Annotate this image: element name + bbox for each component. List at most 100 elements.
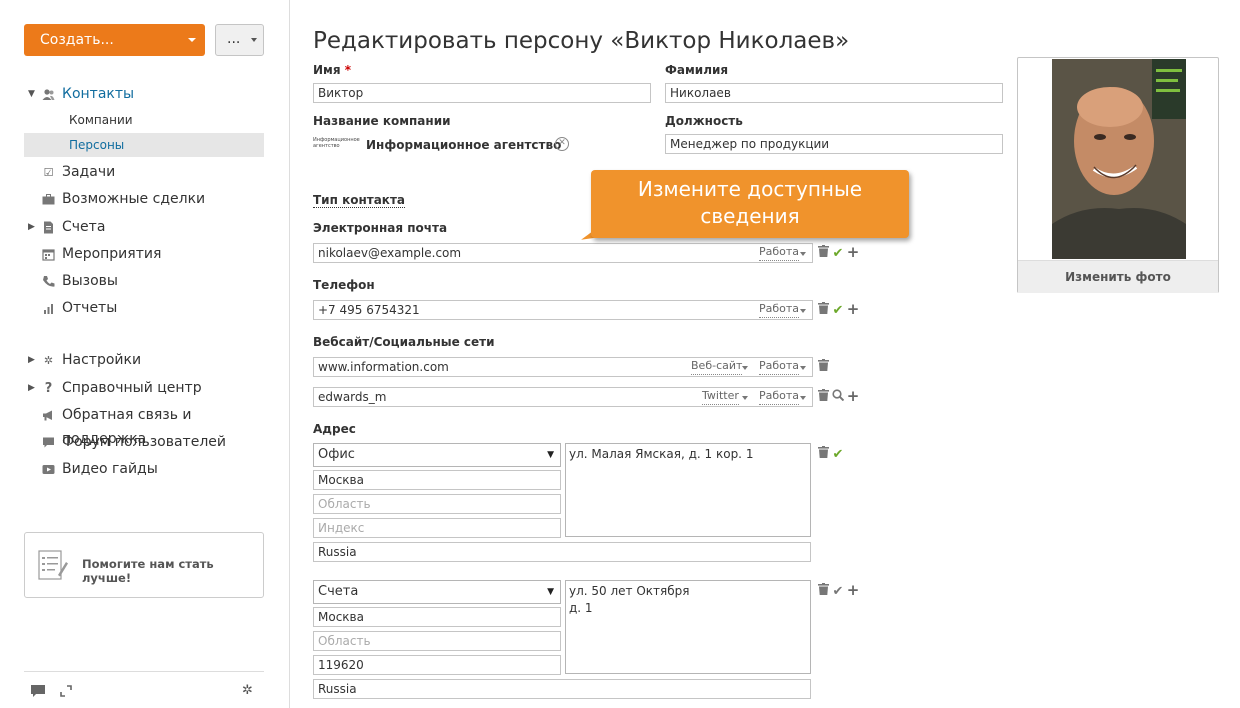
street-textarea[interactable]: ул. Малая Ямская, д. 1 кор. 1 <box>565 443 811 537</box>
phone-icon <box>42 275 55 288</box>
sidebar-item-label: Видео гайды <box>62 461 158 477</box>
sidebar-item-contacts[interactable]: ▼ Контакты <box>24 82 264 106</box>
create-button-label: Создать... <box>40 32 114 48</box>
chevron-down-icon <box>251 38 257 42</box>
city-input[interactable]: Москва <box>313 607 561 627</box>
feedback-banner[interactable]: Помогите нам стать лучше! <box>24 532 264 598</box>
dropdown-arrow-icon: ▼ <box>547 587 554 597</box>
chevron-down-icon <box>800 252 806 256</box>
social-value: edwards_m <box>318 390 387 404</box>
change-photo-button[interactable]: Изменить фото <box>1018 260 1218 293</box>
trash-icon[interactable] <box>816 245 830 259</box>
address-label: Адрес <box>313 422 356 436</box>
people-icon <box>42 88 55 101</box>
plus-icon[interactable]: + <box>846 245 860 260</box>
website-actions <box>816 359 831 373</box>
check-icon[interactable]: ✔ <box>831 304 845 318</box>
caret-right-icon[interactable]: ▶ <box>28 348 35 372</box>
sidebar-item-label: Контакты <box>62 86 135 102</box>
chevron-down-icon <box>188 38 196 42</box>
region-input[interactable]: Область <box>313 631 561 651</box>
sidebar-item-settings[interactable]: ▶ ✲ Настройки <box>24 348 264 372</box>
address-type-select[interactable]: Счета ▼ <box>313 580 561 604</box>
website-type-select[interactable]: Веб-сайт <box>691 358 743 375</box>
search-icon[interactable] <box>831 389 845 403</box>
address-type-value: Офис <box>318 447 355 462</box>
chevron-down-icon <box>742 366 748 370</box>
company-name[interactable]: Информационное агентство <box>366 138 561 152</box>
email-category-select[interactable]: Работа <box>759 244 800 261</box>
sidebar-item-deals[interactable]: Возможные сделки <box>24 187 264 211</box>
sidebar-item-video-guides[interactable]: Видео гайды <box>24 457 264 481</box>
contact-type-link[interactable]: Тип контакта <box>313 193 405 208</box>
sidebar-item-label: Справочный центр <box>62 380 202 396</box>
phone-input[interactable]: +7 495 6754321 Работа <box>313 300 813 320</box>
social-type-select[interactable]: Twitter <box>702 388 739 405</box>
question-icon: ? <box>44 381 53 396</box>
check-icon[interactable]: ✔ <box>831 247 845 261</box>
trash-icon[interactable] <box>816 359 830 373</box>
page-title: Редактировать персону «Виктор Николаев» <box>313 28 850 54</box>
city-input[interactable]: Москва <box>313 470 561 490</box>
sidebar-item-forum[interactable]: Форум пользователей <box>24 430 264 454</box>
sidebar-item-reports[interactable]: Отчеты <box>24 296 264 320</box>
zip-input[interactable]: 119620 <box>313 655 561 675</box>
company-label: Название компании <box>313 114 451 128</box>
plus-icon[interactable]: + <box>846 583 860 598</box>
country-input[interactable]: Russia <box>313 679 811 699</box>
more-button[interactable]: ... <box>215 24 264 56</box>
settings-gear-icon[interactable]: ✲ <box>242 684 258 698</box>
website-input[interactable]: www.information.com Веб-сайт Работа <box>313 357 813 377</box>
sidebar-item-calls[interactable]: Вызовы <box>24 269 264 293</box>
remove-company-icon[interactable]: ✕ <box>555 137 569 151</box>
create-button[interactable]: Создать... <box>24 24 205 56</box>
trash-icon[interactable] <box>816 446 830 460</box>
briefcase-icon <box>42 193 55 206</box>
last-name-input[interactable]: Николаев <box>665 83 1003 103</box>
sidebar-item-persons[interactable]: Персоны <box>24 133 264 157</box>
check-icon[interactable]: ✔ <box>831 448 845 462</box>
position-input[interactable]: Менеджер по продукции <box>665 134 1003 154</box>
check-icon[interactable]: ✔ <box>831 585 845 599</box>
phone-category-select[interactable]: Работа <box>759 301 800 318</box>
zip-input[interactable]: Индекс <box>313 518 561 538</box>
required-mark: * <box>344 63 352 77</box>
plus-icon[interactable]: + <box>846 302 860 317</box>
address-type-select[interactable]: Офис ▼ <box>313 443 561 467</box>
caret-right-icon[interactable]: ▶ <box>28 215 35 239</box>
sidebar-item-tasks[interactable]: ☑ Задачи <box>24 160 264 184</box>
caret-right-icon[interactable]: ▶ <box>28 376 35 400</box>
email-value: nikolaev@example.com <box>318 246 462 260</box>
sidebar-item-label: Задачи <box>62 164 116 180</box>
trash-icon[interactable] <box>816 302 830 316</box>
sidebar-item-events[interactable]: Мероприятия <box>24 242 264 266</box>
first-name-input[interactable]: Виктор <box>313 83 651 103</box>
social-category-select[interactable]: Работа <box>759 388 800 405</box>
chat-icon[interactable] <box>30 684 46 698</box>
survey-icon <box>38 548 68 582</box>
megaphone-icon <box>42 409 55 422</box>
social-input[interactable]: edwards_m Twitter Работа <box>313 387 813 407</box>
chevron-down-icon <box>800 396 806 400</box>
position-label: Должность <box>665 114 743 128</box>
expand-icon[interactable] <box>59 684 75 698</box>
street-textarea[interactable]: ул. 50 лет Октября д. 1 <box>565 580 811 674</box>
email-actions: ✔ + <box>816 245 861 261</box>
country-input[interactable]: Russia <box>313 542 811 562</box>
sidebar-item-invoices[interactable]: ▶ Счета <box>24 215 264 239</box>
sidebar-item-label: Отчеты <box>62 300 118 316</box>
plus-icon[interactable]: + <box>846 389 860 404</box>
region-input[interactable]: Область <box>313 494 561 514</box>
sidebar-item-label: Форум пользователей <box>62 434 226 450</box>
sidebar-item-help-center[interactable]: ▶ ? Справочный центр <box>24 376 264 400</box>
sidebar-item-companies[interactable]: Компании <box>24 108 264 132</box>
website-category-select[interactable]: Работа <box>759 358 800 375</box>
trash-icon[interactable] <box>816 583 830 597</box>
divider <box>24 671 264 672</box>
sidebar-item-feedback[interactable]: Обратная связь и поддержка <box>24 403 264 447</box>
trash-icon[interactable] <box>816 389 830 403</box>
caret-down-icon[interactable]: ▼ <box>28 82 35 106</box>
last-name-label: Фамилия <box>665 63 729 77</box>
email-input[interactable]: nikolaev@example.com Работа <box>313 243 813 263</box>
chat-bubble-icon <box>42 436 55 449</box>
